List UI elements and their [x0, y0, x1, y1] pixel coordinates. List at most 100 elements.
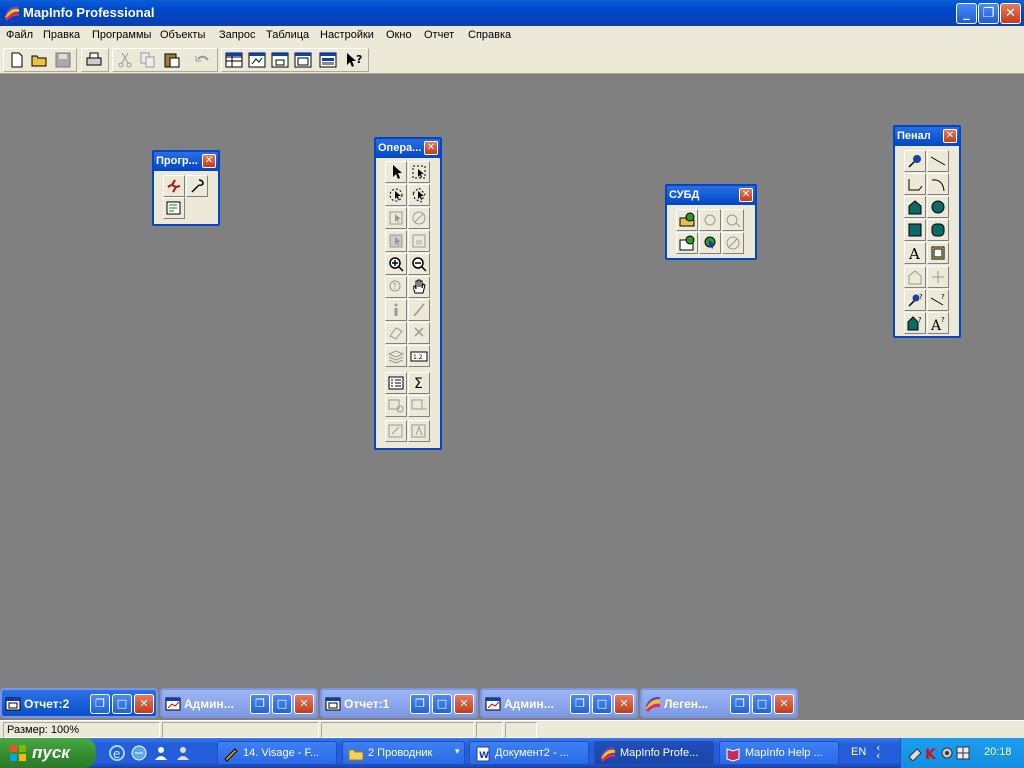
layer-control-icon[interactable]: [385, 345, 407, 367]
reshape-icon[interactable]: [904, 266, 926, 288]
grabber-hand-icon[interactable]: [408, 276, 430, 298]
menu-window[interactable]: Окно: [386, 29, 412, 41]
paste-icon[interactable]: [161, 50, 183, 70]
set-target-icon[interactable]: [385, 395, 407, 417]
clip-region-icon[interactable]: [385, 420, 407, 442]
minimized-window-admin-1[interactable]: Админ... ❐ □ ✕: [160, 688, 318, 718]
layout-icon[interactable]: [292, 50, 314, 70]
tool-manager-icon[interactable]: [186, 175, 208, 197]
messenger-icon[interactable]: [152, 744, 170, 762]
close-button[interactable]: ✕: [294, 694, 314, 714]
minimized-window-admin-2[interactable]: Админ... ❐ □ ✕: [480, 688, 638, 718]
ellipse-icon[interactable]: [927, 196, 949, 218]
cut-icon[interactable]: [114, 50, 136, 70]
hotlink-icon[interactable]: [408, 299, 430, 321]
menu-query[interactable]: Запрос: [219, 29, 255, 41]
map-icon[interactable]: [246, 50, 268, 70]
internet-explorer-icon[interactable]: e: [108, 744, 126, 762]
menu-programs[interactable]: Программы: [92, 29, 151, 41]
run-program-icon[interactable]: [163, 175, 185, 197]
unselect-all-icon[interactable]: [408, 207, 430, 229]
menu-file[interactable]: Файл: [6, 29, 33, 41]
antivirus-tray-icon[interactable]: K: [923, 745, 939, 761]
palette-close-button[interactable]: ✕: [424, 141, 438, 155]
minimized-window-report-1[interactable]: Отчет:1 ❐ □ ✕: [320, 688, 478, 718]
maximize-button[interactable]: □: [112, 694, 132, 714]
radius-select-icon[interactable]: [385, 184, 407, 206]
zoom-in-icon[interactable]: [385, 253, 407, 275]
line-style-icon[interactable]: ?: [927, 289, 949, 311]
polyline-icon[interactable]: [904, 173, 926, 195]
open-dbms-table-icon[interactable]: [676, 209, 698, 231]
print-icon[interactable]: [83, 50, 105, 70]
undo-icon[interactable]: [192, 50, 214, 70]
symbol-style-icon[interactable]: ?: [904, 289, 926, 311]
marquee-select-icon[interactable]: [408, 161, 430, 183]
close-button[interactable]: ✕: [1000, 3, 1021, 24]
close-button[interactable]: ✕: [134, 694, 154, 714]
line-icon[interactable]: [927, 150, 949, 172]
menu-objects[interactable]: Объекты: [160, 29, 205, 41]
change-view-icon[interactable]: ?: [385, 276, 407, 298]
taskbar-task-document[interactable]: W Документ2 - ...: [469, 741, 589, 765]
outlook-express-icon[interactable]: [130, 744, 148, 762]
redistrict-icon[interactable]: [317, 50, 339, 70]
palette-header[interactable]: Опера... ✕: [376, 139, 440, 158]
drag-window-icon[interactable]: [408, 322, 430, 344]
taskbar-task-mapinfo[interactable]: MapInfo Profe...: [594, 741, 714, 765]
statistics-sigma-icon[interactable]: Σ: [408, 372, 430, 394]
close-button[interactable]: ✕: [774, 694, 794, 714]
maximize-button[interactable]: □: [592, 694, 612, 714]
label-tool-icon[interactable]: [385, 322, 407, 344]
palette-header[interactable]: СУБД ✕: [667, 186, 755, 205]
assign-district-icon[interactable]: [408, 395, 430, 417]
restore-button[interactable]: ❐: [978, 3, 999, 24]
arc-icon[interactable]: [927, 173, 949, 195]
restore-button[interactable]: ❐: [90, 694, 110, 714]
menu-table[interactable]: Таблица: [266, 29, 309, 41]
region-style-icon[interactable]: ?: [904, 312, 926, 334]
help-pointer-icon[interactable]: ?: [343, 50, 365, 70]
settings-tray-icon[interactable]: [939, 745, 955, 761]
open-icon[interactable]: [29, 50, 51, 70]
maximize-button[interactable]: □: [432, 694, 452, 714]
dbms-connect-icon[interactable]: [699, 232, 721, 254]
unlink-dbms-icon[interactable]: [722, 209, 744, 231]
text-tool-icon[interactable]: A: [904, 242, 926, 264]
start-button[interactable]: пуск: [0, 738, 96, 768]
graph-icon[interactable]: [269, 50, 291, 70]
palette-close-button[interactable]: ✕: [943, 129, 957, 143]
boundary-select-icon[interactable]: [385, 207, 407, 229]
minimize-button[interactable]: _: [956, 3, 977, 24]
restore-button[interactable]: ❐: [410, 694, 430, 714]
frame-tool-icon[interactable]: [927, 242, 949, 264]
zoom-out-icon[interactable]: [408, 253, 430, 275]
palette-header[interactable]: Пенал ✕: [895, 127, 959, 146]
network-tray-icon[interactable]: [907, 745, 923, 761]
save-icon[interactable]: [52, 50, 74, 70]
menu-options[interactable]: Настройки: [320, 29, 374, 41]
maximize-button[interactable]: □: [752, 694, 772, 714]
legend-icon[interactable]: [385, 372, 407, 394]
taskbar-task-visage[interactable]: 14. Visage - F...: [217, 741, 337, 765]
restore-button[interactable]: ❐: [250, 694, 270, 714]
rectangle-icon[interactable]: [904, 219, 926, 241]
palette-close-button[interactable]: ✕: [739, 188, 753, 202]
tray-expand-icon[interactable]: ‹ ‹: [876, 742, 880, 761]
menu-help[interactable]: Справка: [468, 29, 511, 41]
restore-button[interactable]: ❐: [570, 694, 590, 714]
new-icon[interactable]: [6, 50, 28, 70]
close-button[interactable]: ✕: [614, 694, 634, 714]
minimized-window-legend[interactable]: Леген... ❐ □ ✕: [640, 688, 798, 718]
menu-report[interactable]: Отчет: [424, 29, 454, 41]
rounded-rectangle-icon[interactable]: [927, 219, 949, 241]
symbol-pin-icon[interactable]: [904, 150, 926, 172]
taskbar-task-mapinfo-help[interactable]: MapInfo Help ...: [719, 741, 839, 765]
workspace-icon[interactable]: [163, 197, 185, 219]
palette-close-button[interactable]: ✕: [202, 154, 216, 168]
refresh-dbms-icon[interactable]: [699, 209, 721, 231]
polygon-icon[interactable]: [904, 196, 926, 218]
graph-select-icon[interactable]: [408, 230, 430, 252]
select-arrow-icon[interactable]: [385, 161, 407, 183]
puzzle-tray-icon[interactable]: [955, 745, 971, 761]
